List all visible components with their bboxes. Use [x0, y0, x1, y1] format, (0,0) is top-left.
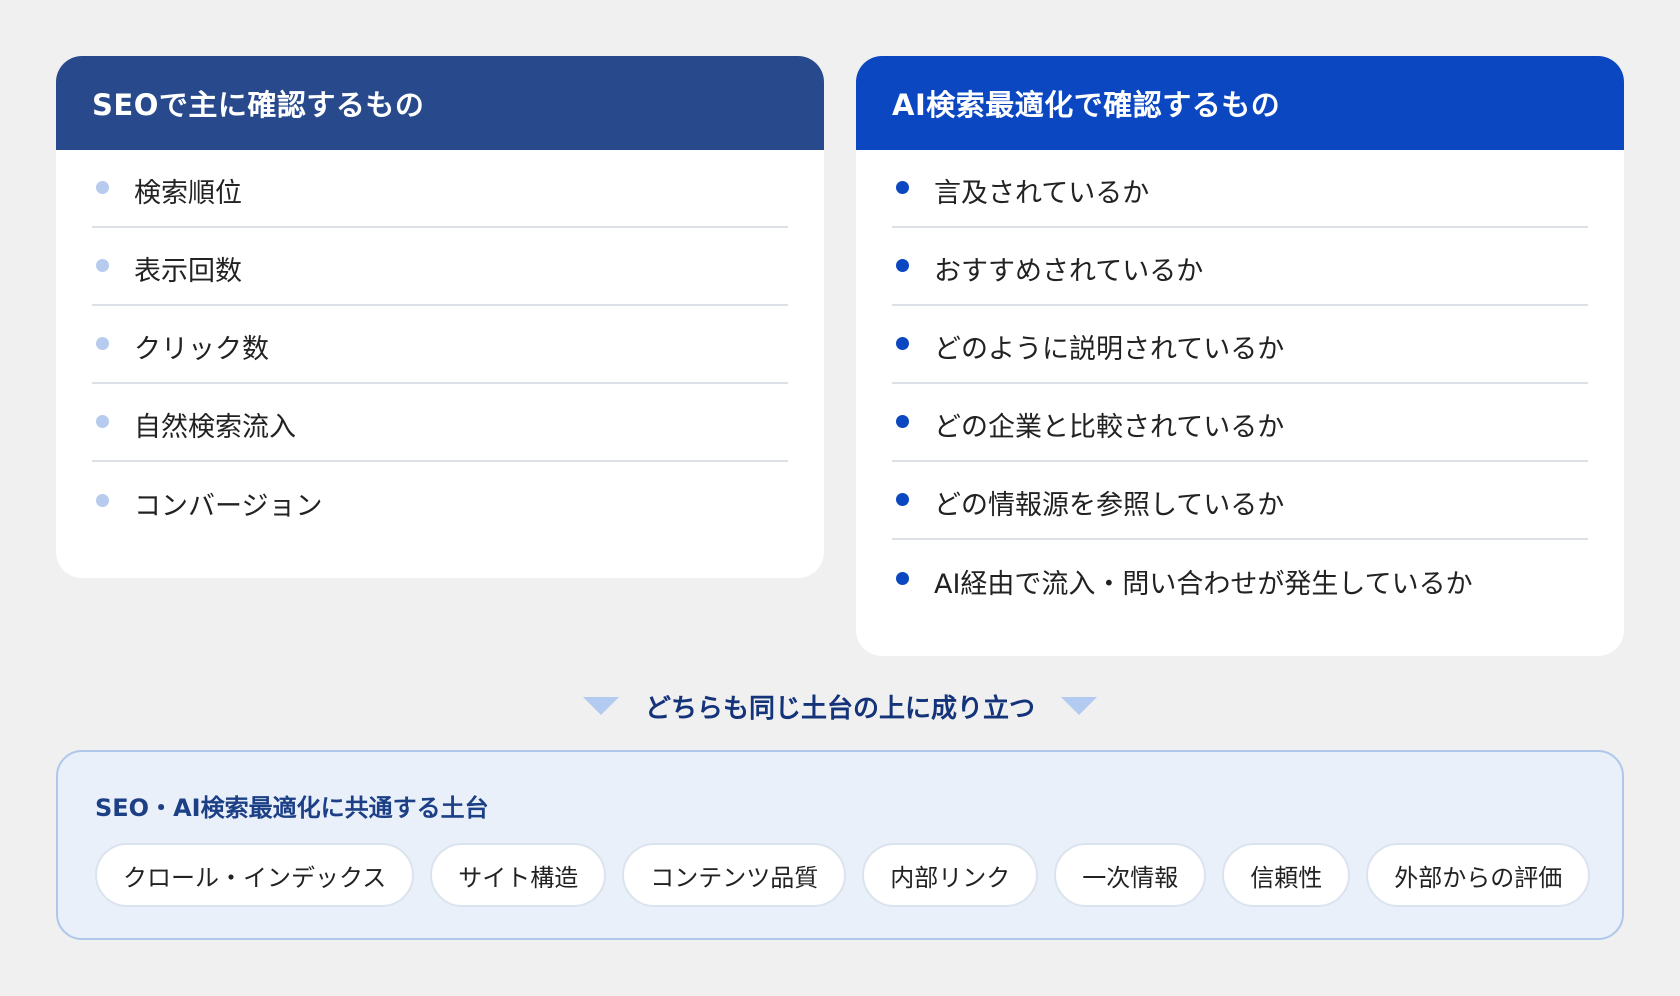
ai-item-label: どのように説明されているか — [934, 333, 1285, 365]
seo-list: 検索順位 表示回数 クリック数 自然検索流入 コンバージョン — [56, 150, 824, 540]
bullet-dot — [96, 181, 109, 194]
foundation-pill: 一次情報 — [1054, 843, 1207, 907]
ai-list-item: どの企業と比較されているか — [892, 384, 1588, 462]
diagram: SEOで主に確認するもの 検索順位 表示回数 クリック数 自然検索流入 コンバー… — [0, 0, 1680, 996]
ai-list-item: AI経由で流入・問い合わせが発生しているか — [892, 540, 1588, 618]
seo-card: SEOで主に確認するもの 検索順位 表示回数 クリック数 自然検索流入 コンバー… — [56, 56, 824, 578]
seo-card-title: SEOで主に確認するもの — [56, 56, 824, 150]
foundation-title: SEO・AI検索最適化に共通する土台 — [95, 794, 489, 822]
foundation-pill: 外部からの評価 — [1366, 843, 1591, 907]
bullet-dot — [96, 494, 109, 507]
foundation-pill: コンテンツ品質 — [622, 843, 847, 907]
ai-card-title: AI検索最適化で確認するもの — [856, 56, 1624, 150]
seo-item-label: コンバージョン — [134, 490, 323, 522]
seo-list-item: クリック数 — [92, 306, 788, 384]
bullet-dot — [896, 572, 909, 585]
ai-item-label: おすすめされているか — [934, 255, 1204, 287]
bullet-dot — [896, 493, 909, 506]
bullet-dot — [96, 259, 109, 272]
foundation-pill: サイト構造 — [430, 843, 607, 907]
ai-item-label: 言及されているか — [934, 177, 1150, 209]
ai-list-item: 言及されているか — [892, 150, 1588, 228]
seo-list-item: 表示回数 — [92, 228, 788, 306]
ai-card: AI検索最適化で確認するもの 言及されているか おすすめされているか どのように… — [856, 56, 1624, 656]
ai-item-label: AI経由で流入・問い合わせが発生しているか — [934, 568, 1473, 600]
seo-item-label: 表示回数 — [134, 255, 242, 287]
foundation-pill: 内部リンク — [862, 843, 1039, 907]
ai-list-item: どのように説明されているか — [892, 306, 1588, 384]
seo-item-label: 検索順位 — [134, 177, 242, 209]
down-triangle-icon — [582, 697, 619, 715]
ai-list-item: どの情報源を参照しているか — [892, 462, 1588, 540]
bullet-dot — [896, 181, 909, 194]
connector: どちらも同じ土台の上に成り立つ — [0, 688, 1680, 724]
bullet-dot — [96, 415, 109, 428]
connector-text: どちらも同じ土台の上に成り立つ — [644, 693, 1035, 724]
down-triangle-icon — [1061, 697, 1097, 715]
seo-list-item: 検索順位 — [92, 150, 788, 228]
foundation-pills: クロール・インデックス サイト構造 コンテンツ品質 内部リンク 一次情報 信頼性… — [95, 843, 1591, 907]
ai-list-item: おすすめされているか — [892, 228, 1588, 306]
foundation-panel: SEO・AI検索最適化に共通する土台 クロール・インデックス サイト構造 コンテ… — [56, 750, 1624, 940]
bullet-dot — [896, 259, 909, 272]
bullet-dot — [96, 337, 109, 350]
foundation-pill: クロール・インデックス — [95, 843, 415, 907]
seo-list-item: コンバージョン — [92, 462, 788, 540]
seo-item-label: クリック数 — [134, 333, 269, 365]
seo-list-item: 自然検索流入 — [92, 384, 788, 462]
ai-list: 言及されているか おすすめされているか どのように説明されているか どの企業と比… — [856, 150, 1624, 618]
bullet-dot — [896, 337, 909, 350]
ai-item-label: どの企業と比較されているか — [934, 411, 1285, 443]
foundation-pill: 信頼性 — [1222, 843, 1351, 907]
ai-item-label: どの情報源を参照しているか — [934, 489, 1285, 521]
seo-item-label: 自然検索流入 — [134, 411, 296, 443]
bullet-dot — [896, 415, 909, 428]
